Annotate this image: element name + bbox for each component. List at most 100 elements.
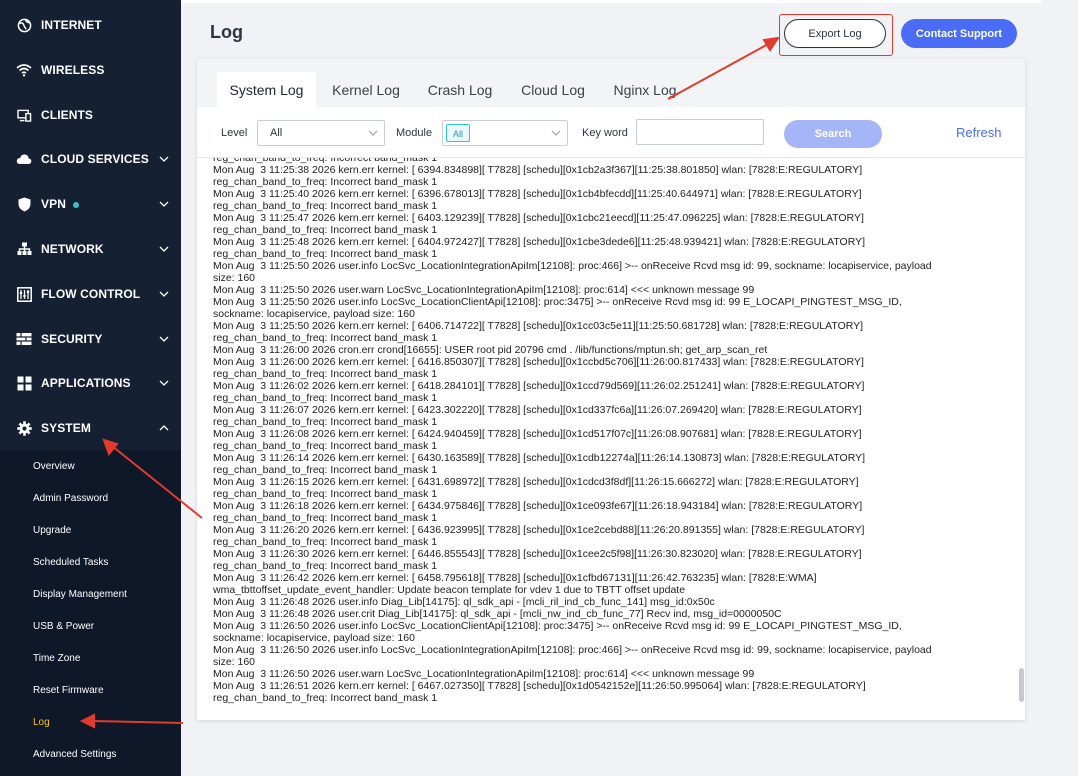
clients-icon (16, 107, 32, 123)
log-line: Mon Aug 3 11:25:48 2026 kern.err kernel:… (213, 236, 866, 248)
chevron-down-icon (159, 380, 169, 386)
level-select[interactable]: All (257, 120, 385, 146)
log-line: Mon Aug 3 11:25:50 2026 kern.err kernel:… (213, 320, 864, 332)
log-line: Mon Aug 3 11:25:50 2026 user.info LocSvc… (213, 296, 902, 308)
log-line: reg_chan_band_to_freq: Incorrect band_ma… (213, 692, 438, 704)
log-line: reg_chan_band_to_freq: Incorrect band_ma… (213, 416, 438, 428)
apps-grid-icon (16, 375, 32, 391)
network-icon (16, 241, 32, 257)
log-line: reg_chan_band_to_freq: Incorrect band_ma… (213, 368, 438, 380)
submenu-advanced-settings[interactable]: Advanced Settings (33, 749, 116, 760)
log-line: Mon Aug 3 11:26:02 2026 kern.err kernel:… (213, 380, 865, 392)
submenu-overview[interactable]: Overview (33, 461, 75, 472)
log-line: Mon Aug 3 11:25:38 2026 kern.err kernel:… (213, 164, 863, 176)
tab-cloud-log[interactable]: Cloud Log (509, 72, 597, 107)
log-line: Mon Aug 3 11:26:07 2026 kern.err kernel:… (213, 404, 862, 416)
chevron-down-icon (159, 336, 169, 342)
log-line: Mon Aug 3 11:26:08 2026 kern.err kernel:… (213, 428, 862, 440)
submenu-scheduled-tasks[interactable]: Scheduled Tasks (33, 557, 108, 568)
chevron-down-icon (159, 156, 169, 162)
log-line: reg_chan_band_to_freq: Incorrect band_ma… (213, 392, 438, 404)
arrowhead-export (762, 36, 781, 52)
nav-label-vpn-wrap: VPN (41, 197, 79, 211)
log-lines: reg_chan_band_to_freq: Incorrect band_ma… (213, 158, 993, 704)
nav-label-security: SECURITY (41, 332, 103, 346)
submenu-upgrade[interactable]: Upgrade (33, 525, 71, 536)
submenu-display-management[interactable]: Display Management (33, 589, 127, 600)
log-line: reg_chan_band_to_freq: Incorrect band_ma… (213, 332, 438, 344)
log-line: sockname: locapiservice, payload size: 1… (213, 632, 415, 644)
search-button[interactable]: Search (784, 120, 882, 148)
module-tag-all[interactable]: All (446, 124, 471, 142)
keyword-input[interactable] (636, 119, 764, 145)
submenu-usb-power[interactable]: USB & Power (33, 621, 94, 632)
refresh-button[interactable]: Refresh (956, 125, 1002, 140)
log-line: Mon Aug 3 11:26:48 2026 user.info Diag_L… (213, 596, 715, 608)
submenu-time-zone[interactable]: Time Zone (33, 653, 80, 664)
log-line: reg_chan_band_to_freq: Incorrect band_ma… (213, 224, 438, 236)
contact-support-button[interactable]: Contact Support (901, 19, 1017, 48)
nav-item-system[interactable]: SYSTEM (0, 406, 181, 450)
tab-system-log[interactable]: System Log (217, 72, 316, 107)
top-bar-strip (181, 0, 1041, 3)
log-line: Mon Aug 3 11:26:00 2026 cron.err crond[1… (213, 344, 768, 356)
log-line: Mon Aug 3 11:25:47 2026 kern.err kernel:… (213, 212, 864, 224)
tab-crash-log[interactable]: Crash Log (417, 72, 503, 107)
log-tabs: System Log Kernel Log Crash Log Cloud Lo… (197, 59, 1025, 107)
security-icon (16, 331, 32, 347)
nav-item-internet[interactable]: INTERNET (0, 3, 181, 47)
submenu-log[interactable]: Log (33, 717, 50, 728)
log-line: Mon Aug 3 11:25:50 2026 user.info LocSvc… (213, 260, 932, 272)
tab-nginx-log[interactable]: Nginx Log (602, 72, 688, 107)
gear-icon (16, 420, 32, 436)
submenu-reset-firmware[interactable]: Reset Firmware (33, 685, 104, 696)
wifi-icon (16, 62, 32, 78)
log-line: Mon Aug 3 11:26:50 2026 user.info LocSvc… (213, 644, 932, 656)
nav-item-wireless[interactable]: WIRELESS (0, 48, 181, 92)
level-label: Level (221, 127, 248, 139)
nav-item-vpn[interactable]: VPN (0, 182, 181, 226)
log-line: size: 160 (213, 272, 256, 284)
log-line: reg_chan_band_to_freq: Incorrect band_ma… (213, 248, 438, 260)
log-line: Mon Aug 3 11:25:40 2026 kern.err kernel:… (213, 188, 862, 200)
log-line: Mon Aug 3 11:25:50 2026 user.warn LocSvc… (213, 284, 755, 296)
chevron-down-icon (159, 246, 169, 252)
nav-item-network[interactable]: NETWORK (0, 227, 181, 271)
nav-label-network: NETWORK (41, 242, 104, 256)
nav-item-flow-control[interactable]: FLOW CONTROL (0, 272, 181, 316)
level-select-value: All (270, 127, 283, 139)
vpn-status-dot (72, 201, 79, 208)
log-line: reg_chan_band_to_freq: Incorrect band_ma… (213, 512, 438, 524)
nav-item-clients[interactable]: CLIENTS (0, 93, 181, 137)
log-line: Mon Aug 3 11:26:20 2026 kern.err kernel:… (213, 524, 865, 536)
nav-label-flow-control: FLOW CONTROL (41, 287, 141, 301)
log-line: reg_chan_band_to_freq: Incorrect band_ma… (213, 560, 438, 572)
log-output[interactable]: reg_chan_band_to_freq: Incorrect band_ma… (197, 157, 1025, 714)
submenu-admin-password[interactable]: Admin Password (33, 493, 108, 504)
tab-kernel-log[interactable]: Kernel Log (321, 72, 411, 107)
log-line: Mon Aug 3 11:26:14 2026 kern.err kernel:… (213, 452, 866, 464)
log-line: Mon Aug 3 11:26:51 2026 kern.err kernel:… (213, 680, 866, 692)
nav-label-internet: INTERNET (41, 18, 102, 32)
chevron-down-icon (551, 130, 561, 136)
nav-item-security[interactable]: SECURITY (0, 317, 181, 361)
shield-icon (16, 196, 32, 212)
cloud-icon (16, 151, 32, 167)
globe-icon (16, 17, 32, 33)
system-submenu: Overview Admin Password Upgrade Schedule… (0, 450, 181, 776)
log-line: Mon Aug 3 11:26:48 2026 user.crit Diag_L… (213, 608, 782, 620)
nav-label-wireless: WIRELESS (41, 63, 105, 77)
export-log-button[interactable]: Export Log (784, 19, 886, 48)
log-line: Mon Aug 3 11:26:18 2026 kern.err kernel:… (213, 500, 863, 512)
log-line: size: 160 (213, 656, 256, 668)
chevron-down-icon (159, 201, 169, 207)
scrollbar-thumb[interactable] (1019, 668, 1024, 702)
log-line: reg_chan_band_to_freq: Incorrect band_ma… (213, 536, 438, 548)
module-select[interactable]: All (442, 120, 568, 146)
nav-label-vpn: VPN (41, 197, 66, 211)
log-line: reg_chan_band_to_freq: Incorrect band_ma… (213, 176, 438, 188)
nav-item-applications[interactable]: APPLICATIONS (0, 361, 181, 405)
log-line: wma_tbttoffset_update_event_handler: Upd… (213, 584, 686, 596)
nav-item-cloud-services[interactable]: CLOUD SERVICES (0, 137, 181, 181)
log-line: sockname: locapiservice, payload size: 1… (213, 308, 415, 320)
